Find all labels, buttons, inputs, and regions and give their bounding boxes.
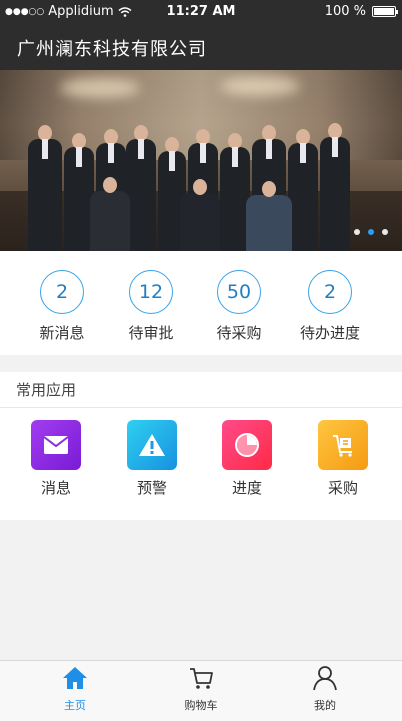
- tab-label: 我的: [314, 699, 336, 712]
- stat-label: 待办进度: [299, 324, 360, 342]
- common-apps-section: 常用应用 消息 预警 进度 采购: [0, 372, 402, 520]
- tab-label: 主页: [64, 699, 86, 712]
- app-progress[interactable]: 进度: [217, 420, 277, 498]
- app-label: 预警: [136, 479, 167, 497]
- stat-pending-purchase[interactable]: 50 待采购: [199, 270, 279, 343]
- page-title: 广州澜东科技有限公司: [17, 39, 207, 60]
- tab-cart[interactable]: 购物车: [161, 665, 241, 713]
- stat-label: 待采购: [216, 324, 262, 342]
- banner-person: [180, 179, 220, 251]
- stat-count-circle: 50: [217, 270, 261, 314]
- banner-carousel[interactable]: [0, 70, 402, 251]
- mail-icon: [31, 420, 81, 470]
- nav-bar: 广州澜东科技有限公司: [0, 24, 402, 70]
- banner-person: [320, 123, 350, 251]
- app-label: 采购: [327, 479, 358, 497]
- stat-pending-progress[interactable]: 2 待办进度: [290, 270, 370, 343]
- banner-person: [90, 177, 130, 251]
- carousel-dot[interactable]: [354, 229, 360, 235]
- stat-label: 待审批: [128, 324, 174, 342]
- battery-percent: 100 %: [324, 4, 366, 19]
- carousel-indicator: [354, 229, 388, 235]
- banner-light: [220, 76, 300, 96]
- tab-profile[interactable]: 我的: [285, 665, 365, 713]
- stat-count-circle: 2: [308, 270, 352, 314]
- cart-icon: [190, 668, 213, 689]
- banner-person: [288, 129, 318, 251]
- app-warning[interactable]: 预警: [122, 420, 182, 498]
- tab-label: 购物车: [184, 699, 218, 712]
- home-icon: [63, 667, 87, 689]
- status-right: 100 %: [324, 4, 398, 19]
- banner-person: [126, 125, 156, 251]
- app-label: 消息: [40, 479, 71, 497]
- app-label: 进度: [231, 479, 262, 497]
- tab-home[interactable]: 主页: [35, 665, 115, 713]
- app-purchase[interactable]: 采购: [313, 420, 373, 498]
- user-icon: [313, 666, 337, 691]
- banner-person: [28, 125, 62, 251]
- pie-chart-icon: [222, 420, 272, 470]
- carousel-dot[interactable]: [382, 229, 388, 235]
- stat-label: 新消息: [39, 324, 85, 342]
- battery-icon: [372, 6, 398, 17]
- banner-light: [60, 78, 140, 98]
- carousel-dot-active[interactable]: [368, 229, 374, 235]
- warning-icon: [127, 420, 177, 470]
- status-bar: ●●●○○ Applidium 11:27 AM 100 %: [0, 0, 402, 24]
- banner-person: [246, 181, 292, 251]
- stat-pending-approval[interactable]: 12 待审批: [111, 270, 191, 343]
- stat-new-messages[interactable]: 2 新消息: [22, 270, 102, 343]
- tab-bar: 主页 购物车 我的: [0, 660, 402, 721]
- section-header: 常用应用: [0, 372, 402, 408]
- cart-box-icon: [318, 420, 368, 470]
- stat-count-circle: 12: [129, 270, 173, 314]
- stats-panel: 2 新消息 12 待审批 50 待采购 2 待办进度: [0, 251, 402, 355]
- stat-count-circle: 2: [40, 270, 84, 314]
- app-messages[interactable]: 消息: [26, 420, 86, 498]
